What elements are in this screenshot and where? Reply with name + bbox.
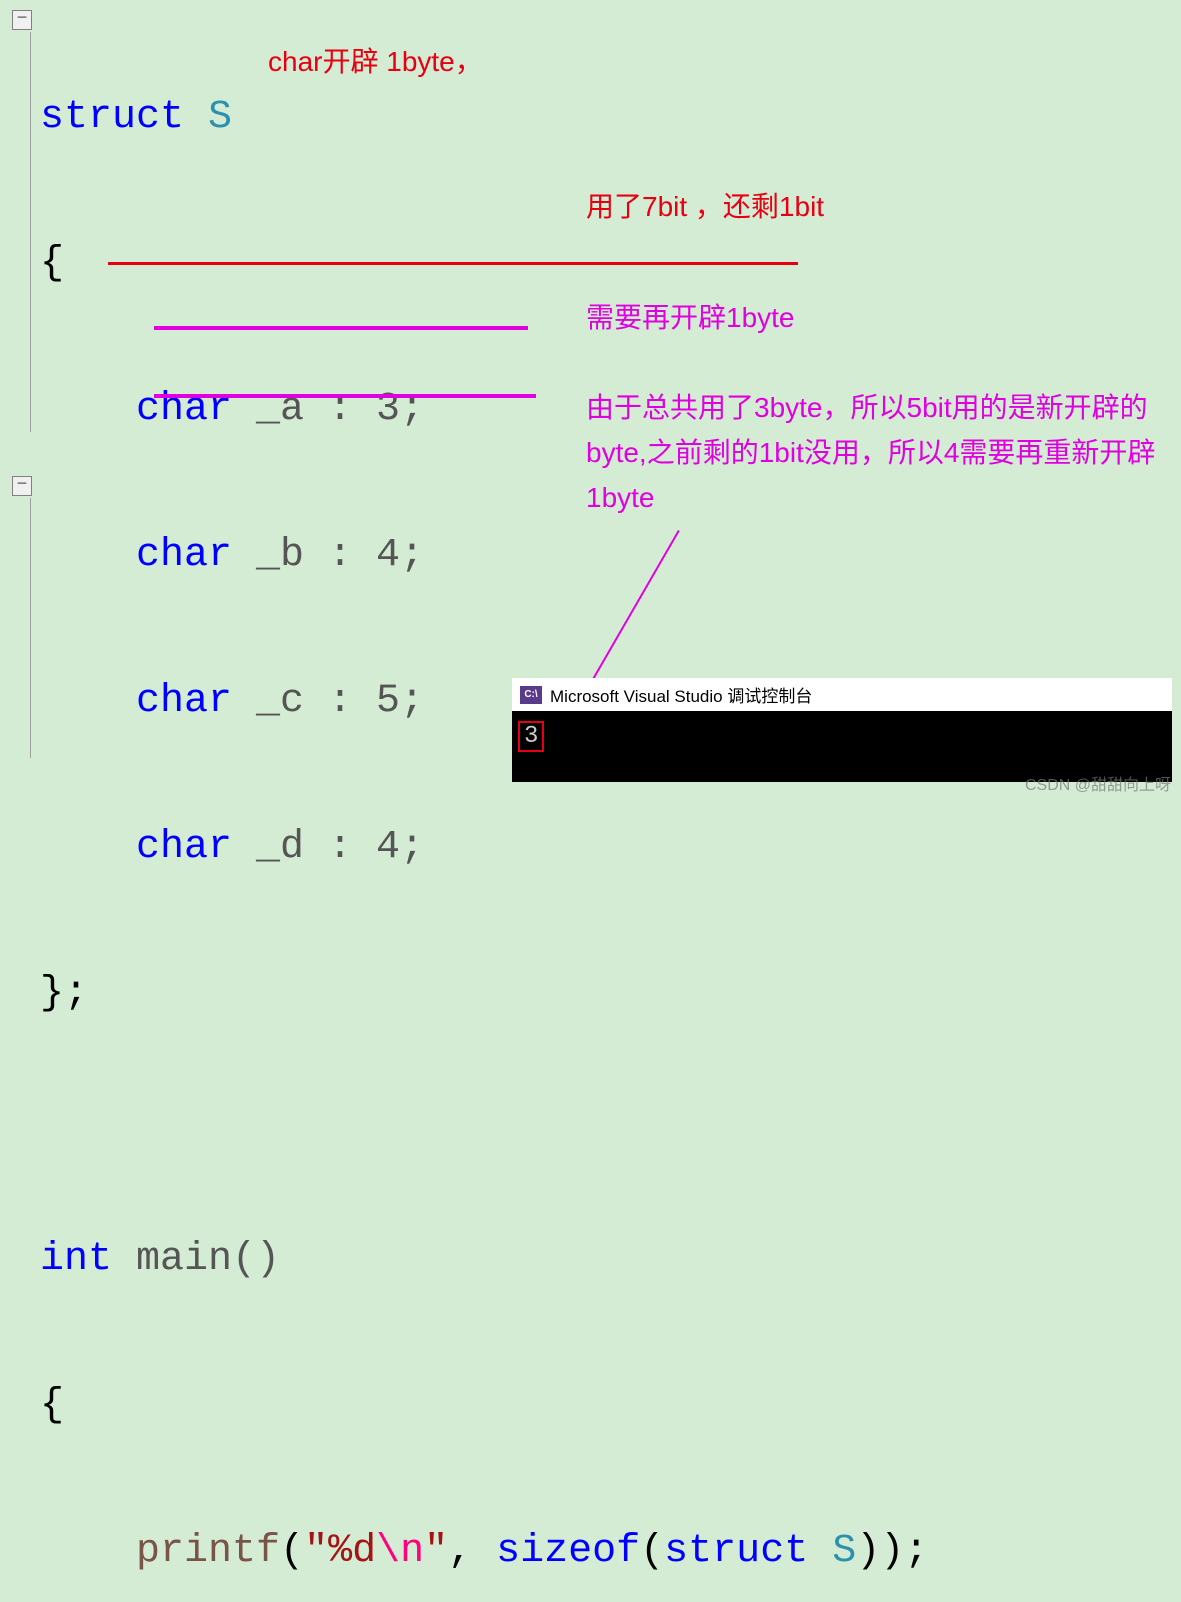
underline-red <box>108 262 798 265</box>
console-result: 3 <box>518 721 544 752</box>
code-line-4: char _b : 4; <box>40 528 928 584</box>
fold-box-2[interactable]: − <box>12 476 32 496</box>
underline-purple-2 <box>154 394 536 398</box>
code-block: struct S { char _a : 3; char _b : 4; cha… <box>40 0 928 1602</box>
console-window: C:\ Microsoft Visual Studio 调试控制台 3 <box>512 678 1172 782</box>
code-line-9: { <box>40 1378 928 1434</box>
console-icon: C:\ <box>520 686 542 704</box>
underline-purple-1 <box>154 326 528 330</box>
code-line-10: printf("%d\n", sizeof(struct S)); <box>40 1524 928 1580</box>
fold-box-1[interactable]: − <box>12 10 32 30</box>
code-line-1: struct S <box>40 90 928 146</box>
code-line-3: char _a : 3; <box>40 382 928 438</box>
watermark: CSDN @甜甜向上呀 <box>1025 771 1171 795</box>
console-title-text: Microsoft Visual Studio 调试控制台 <box>550 682 812 707</box>
console-title-bar: C:\ Microsoft Visual Studio 调试控制台 <box>512 678 1172 711</box>
code-line-6: char _d : 4; <box>40 820 928 876</box>
code-line-8: int main() <box>40 1232 928 1288</box>
fold-gutter: − − <box>0 0 36 801</box>
code-line-7: }; <box>40 966 928 1022</box>
